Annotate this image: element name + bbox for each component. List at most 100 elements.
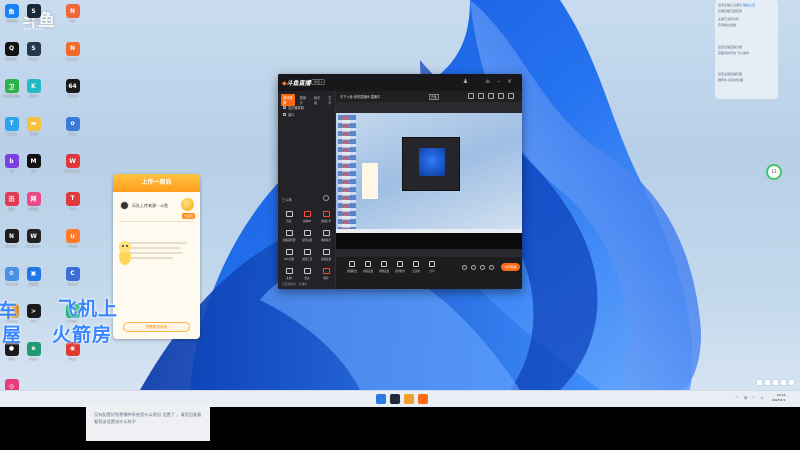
desktop-icon-label: AIDA64 — [66, 94, 79, 98]
record-icon[interactable] — [478, 93, 484, 99]
tray-app-icon[interactable] — [773, 380, 778, 385]
live-preview[interactable] — [336, 113, 522, 249]
bottom-tool-button[interactable]: 云录制 — [408, 261, 424, 273]
desktop-icon[interactable]: S Steam — [24, 4, 43, 40]
checkbox[interactable] — [283, 106, 286, 109]
desktop-icon[interactable]: e Edge — [24, 341, 43, 378]
image-icon[interactable] — [488, 93, 494, 99]
app-icon: b — [4, 154, 19, 168]
desktop-icon[interactable]: W WPS Office — [63, 154, 82, 190]
bottom-tool-button[interactable]: 录像设置 — [376, 261, 392, 273]
tool-button[interactable]: 直播间管理 — [281, 230, 297, 244]
desktop-icon[interactable]: 迅迅雷 — [2, 191, 21, 228]
desktop-icon-label: Navicat — [66, 56, 79, 61]
tool-button[interactable]: 推荐 — [318, 268, 334, 282]
desktop-icon[interactable]: N Navicat — [63, 41, 82, 78]
tray-app-icon[interactable] — [781, 380, 786, 385]
notification-item[interactable]: 近期直播已经结束 — [718, 9, 774, 13]
explorer-icon[interactable] — [404, 394, 414, 404]
desktop-icon[interactable]: N GeForce — [2, 229, 21, 265]
tray-app-icon[interactable] — [757, 380, 762, 385]
close-icon[interactable]: × — [506, 78, 513, 85]
tray-app-icon[interactable] — [789, 380, 794, 385]
notification-item[interactable]: 设置主播认证通过 前往认证 — [718, 3, 774, 7]
tool-button[interactable]: 弹幕助手 — [318, 230, 334, 244]
douyu-app-icon[interactable] — [418, 394, 428, 404]
desktop-icon[interactable]: M MW — [24, 154, 43, 190]
desktop-icon[interactable]: > cmd — [24, 304, 43, 340]
ime-indicator[interactable]: 中 — [744, 396, 748, 401]
network-icon[interactable]: ◠ — [752, 396, 755, 400]
notification-item[interactable]: 设置主播直播封面 — [718, 72, 774, 76]
promo-more-button[interactable]: 查看更多成就 — [123, 322, 190, 332]
app-version-dropdown[interactable]: 伴侣 ▾ — [311, 79, 326, 85]
minimize-icon[interactable]: – — [495, 78, 502, 85]
promo-badge[interactable]: 去提现 — [181, 213, 195, 219]
app-titlebar[interactable]: ◆斗鱼直播 伴侣 ▾ ♟ ≡ – × — [278, 74, 522, 91]
desktop-icon[interactable]: T Tools — [63, 191, 82, 228]
layout-icon[interactable] — [498, 93, 504, 99]
tray-overflow-icons[interactable] — [757, 380, 794, 385]
tool-button[interactable]: 直播设置 — [318, 249, 334, 263]
tool-button[interactable]: 直播分享 — [318, 211, 334, 225]
camera-icon[interactable] — [462, 265, 467, 270]
desktop-icon[interactable]: o oCam — [63, 116, 82, 153]
desktop-icon[interactable]: T ToDesk — [2, 116, 21, 153]
tool-button[interactable]: 连麦 — [281, 211, 297, 225]
notification-item[interactable]: 直播间将开启 可以发布 — [718, 51, 774, 55]
desktop-icon[interactable]: Q 腾讯QQ — [2, 41, 21, 78]
share-icon[interactable] — [468, 93, 474, 99]
desktop-icon[interactable]: S Steam — [24, 41, 43, 78]
tool-button[interactable]: 主播工具 — [299, 249, 315, 263]
settings-icon[interactable] — [508, 93, 514, 99]
clock[interactable]: 20:10 2023/1/1 — [772, 393, 785, 403]
tool-button[interactable]: 房管设置 — [299, 230, 315, 244]
gear-icon[interactable] — [323, 195, 329, 201]
bottom-tool-button[interactable]: 直播模式 — [344, 261, 360, 273]
source-tab[interactable]: 画中画 — [312, 94, 323, 106]
desktop-icon[interactable]: 鱼斗鱼直播 — [2, 4, 21, 40]
tool-label: 直播设置 — [320, 258, 332, 261]
mic-icon[interactable] — [471, 265, 476, 270]
desktop-icon[interactable]: ▣ 回收站 — [24, 266, 43, 303]
room-tag[interactable]: 开播 — [429, 93, 439, 100]
tray-app-icon[interactable] — [765, 380, 770, 385]
checkbox[interactable] — [283, 113, 286, 116]
source-item[interactable]: 显示器录制 — [283, 105, 304, 110]
bottom-tool-button[interactable]: 实时统计 — [392, 261, 408, 273]
tray-chevron-icon[interactable]: ^ — [735, 396, 738, 400]
notification-item[interactable]: 推荐中 请及时处理 — [718, 78, 774, 82]
bottom-tool-button[interactable]: 分享 — [424, 261, 440, 273]
taskview-icon[interactable] — [390, 394, 400, 404]
desktop-icon-label: Steam — [28, 19, 39, 23]
speed-widget[interactable]: 13 — [766, 164, 782, 180]
desktop-icon[interactable]: u uTools — [63, 229, 82, 265]
volume-icon[interactable] — [480, 265, 485, 270]
desktop-icon[interactable]: b Biji — [2, 154, 21, 190]
menu-icon[interactable]: ≡ — [484, 78, 491, 85]
notification-item[interactable]: 获得粉丝勋章 — [718, 23, 774, 27]
desktop-icon[interactable]: 64 AIDA64 — [63, 79, 82, 115]
bottom-tool-button[interactable]: 高级设置 — [360, 261, 376, 273]
desktop-icon[interactable]: 网网易云 — [24, 191, 43, 228]
more-icon[interactable] — [489, 265, 494, 270]
desktop-icon-label: 腾讯QQ — [6, 56, 17, 61]
source-item[interactable]: 窗口 — [283, 112, 294, 117]
source-tab[interactable]: 文字 — [326, 94, 335, 106]
notification-item[interactable]: 主播已满足条件 — [718, 17, 774, 21]
start-icon[interactable] — [376, 394, 386, 404]
desktop-icon[interactable]: N IDA — [63, 4, 82, 40]
stop-live-button[interactable]: 关闭直播 — [501, 263, 520, 271]
notification-link[interactable]: 前往认证 — [742, 3, 755, 7]
desktop-icon[interactable]: W WeGame — [24, 229, 43, 265]
desktop-icon[interactable]: K KOOK — [24, 79, 43, 115]
tool-button[interactable]: 礼物 — [281, 268, 297, 282]
volume-icon[interactable]: ◁ — [760, 396, 763, 400]
tool-button[interactable]: 主播PK — [299, 211, 315, 225]
notification-item[interactable]: 设置主播直播分类 — [718, 45, 774, 49]
tool-button[interactable]: 更多 — [299, 268, 315, 282]
desktop-icon[interactable]: ▬ 文件夹 — [24, 116, 43, 153]
tool-button[interactable]: KTV点歌 — [281, 249, 297, 263]
user-icon[interactable]: ♟ — [462, 78, 469, 85]
desktop-icon[interactable]: 卫 360安全卫士 — [2, 79, 21, 115]
